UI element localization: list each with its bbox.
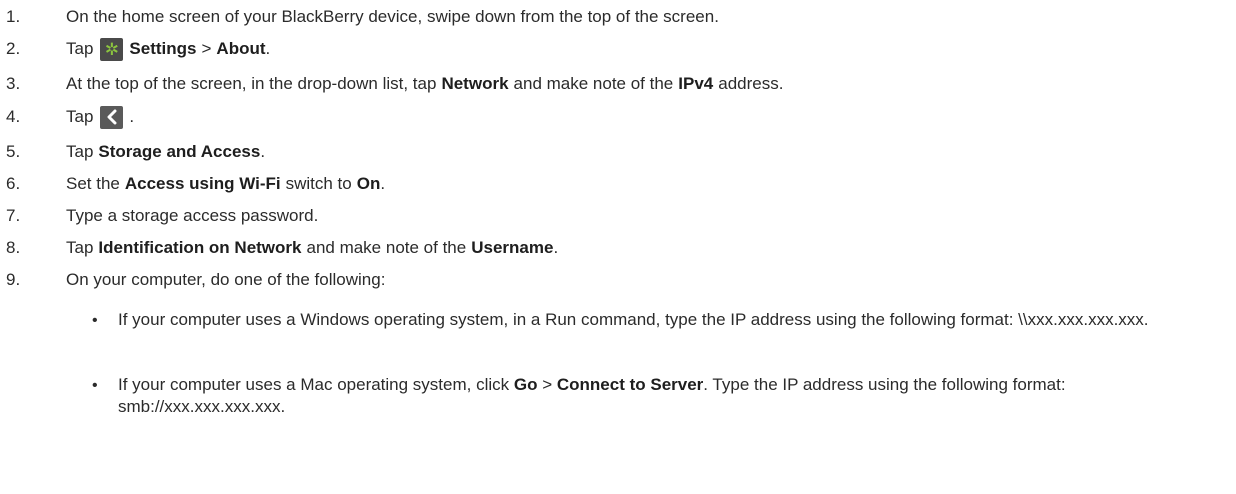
step-text: Type a storage access password. (66, 206, 319, 225)
step-9: 9. On your computer, do one of the follo… (0, 265, 1236, 295)
bullet-text: If your computer uses a Mac operating sy… (118, 374, 1208, 418)
bullet-text-part: If your computer uses a Mac operating sy… (118, 375, 514, 394)
step-3: 3. At the top of the screen, in the drop… (0, 69, 1236, 99)
step-text: and make note of the (513, 74, 674, 93)
bullet-text: If your computer uses a Windows operatin… (118, 310, 1149, 329)
identification-label: Identification on Network (98, 238, 302, 257)
step-text: . (380, 174, 386, 193)
step-2: 2. Tap ✲ Settings > About . (0, 34, 1236, 64)
settings-label: Settings (129, 39, 197, 58)
step-text: address. (718, 74, 784, 93)
bullet-symbol: • (92, 377, 98, 394)
step-text: Tap (66, 107, 94, 126)
step-6: 6. Set the Access using Wi-Fi switch to … (0, 169, 1236, 199)
storage-access-label: Storage and Access (98, 142, 261, 161)
username-label: Username (471, 238, 554, 257)
network-label: Network (441, 74, 509, 93)
step-text: . (553, 238, 559, 257)
separator: > (537, 375, 557, 394)
step-1: 1. On the home screen of your BlackBerry… (0, 2, 1236, 32)
step-number: 3. (6, 74, 21, 93)
step-number: 9. (6, 270, 21, 289)
step-7: 7. Type a storage access password. (0, 201, 1236, 231)
about-label: About (216, 39, 266, 58)
step-number: 6. (6, 174, 21, 193)
step-8: 8. Tap Identification on Network and mak… (0, 233, 1236, 263)
step-text: Tap (66, 39, 94, 58)
step-text: Tap (66, 142, 94, 161)
step-number: 2. (6, 39, 21, 58)
go-label: Go (513, 375, 538, 394)
step-number: 1. (6, 7, 21, 26)
step-text: . (260, 142, 266, 161)
step-number: 5. (6, 142, 21, 161)
bullet-symbol: • (92, 312, 98, 329)
step-text: . (265, 39, 271, 58)
step-text: switch to (285, 174, 352, 193)
step-4: 4. Tap . (0, 102, 1236, 132)
step-text: At the top of the screen, in the drop-do… (66, 74, 437, 93)
connect-server-label: Connect to Server (556, 375, 704, 394)
step-number: 7. (6, 206, 21, 225)
separator: > (201, 39, 212, 58)
ipv4-label: IPv4 (678, 74, 714, 93)
step-number: 4. (6, 107, 21, 126)
gear-icon: ✲ (100, 37, 124, 61)
step-text: and make note of the (306, 238, 467, 257)
step-text: Tap (66, 238, 94, 257)
on-label: On (356, 174, 381, 193)
step-text: Set the (66, 174, 120, 193)
step-text: On your computer, do one of the followin… (66, 270, 386, 289)
access-wifi-label: Access using Wi-Fi (124, 174, 281, 193)
step-number: 8. (6, 238, 21, 257)
step-text: On the home screen of your BlackBerry de… (66, 7, 719, 26)
step-text: . (129, 107, 135, 126)
step-5: 5. Tap Storage and Access . (0, 137, 1236, 167)
instructions-document: 1. On the home screen of your BlackBerry… (0, 0, 1236, 494)
back-icon (100, 105, 124, 129)
